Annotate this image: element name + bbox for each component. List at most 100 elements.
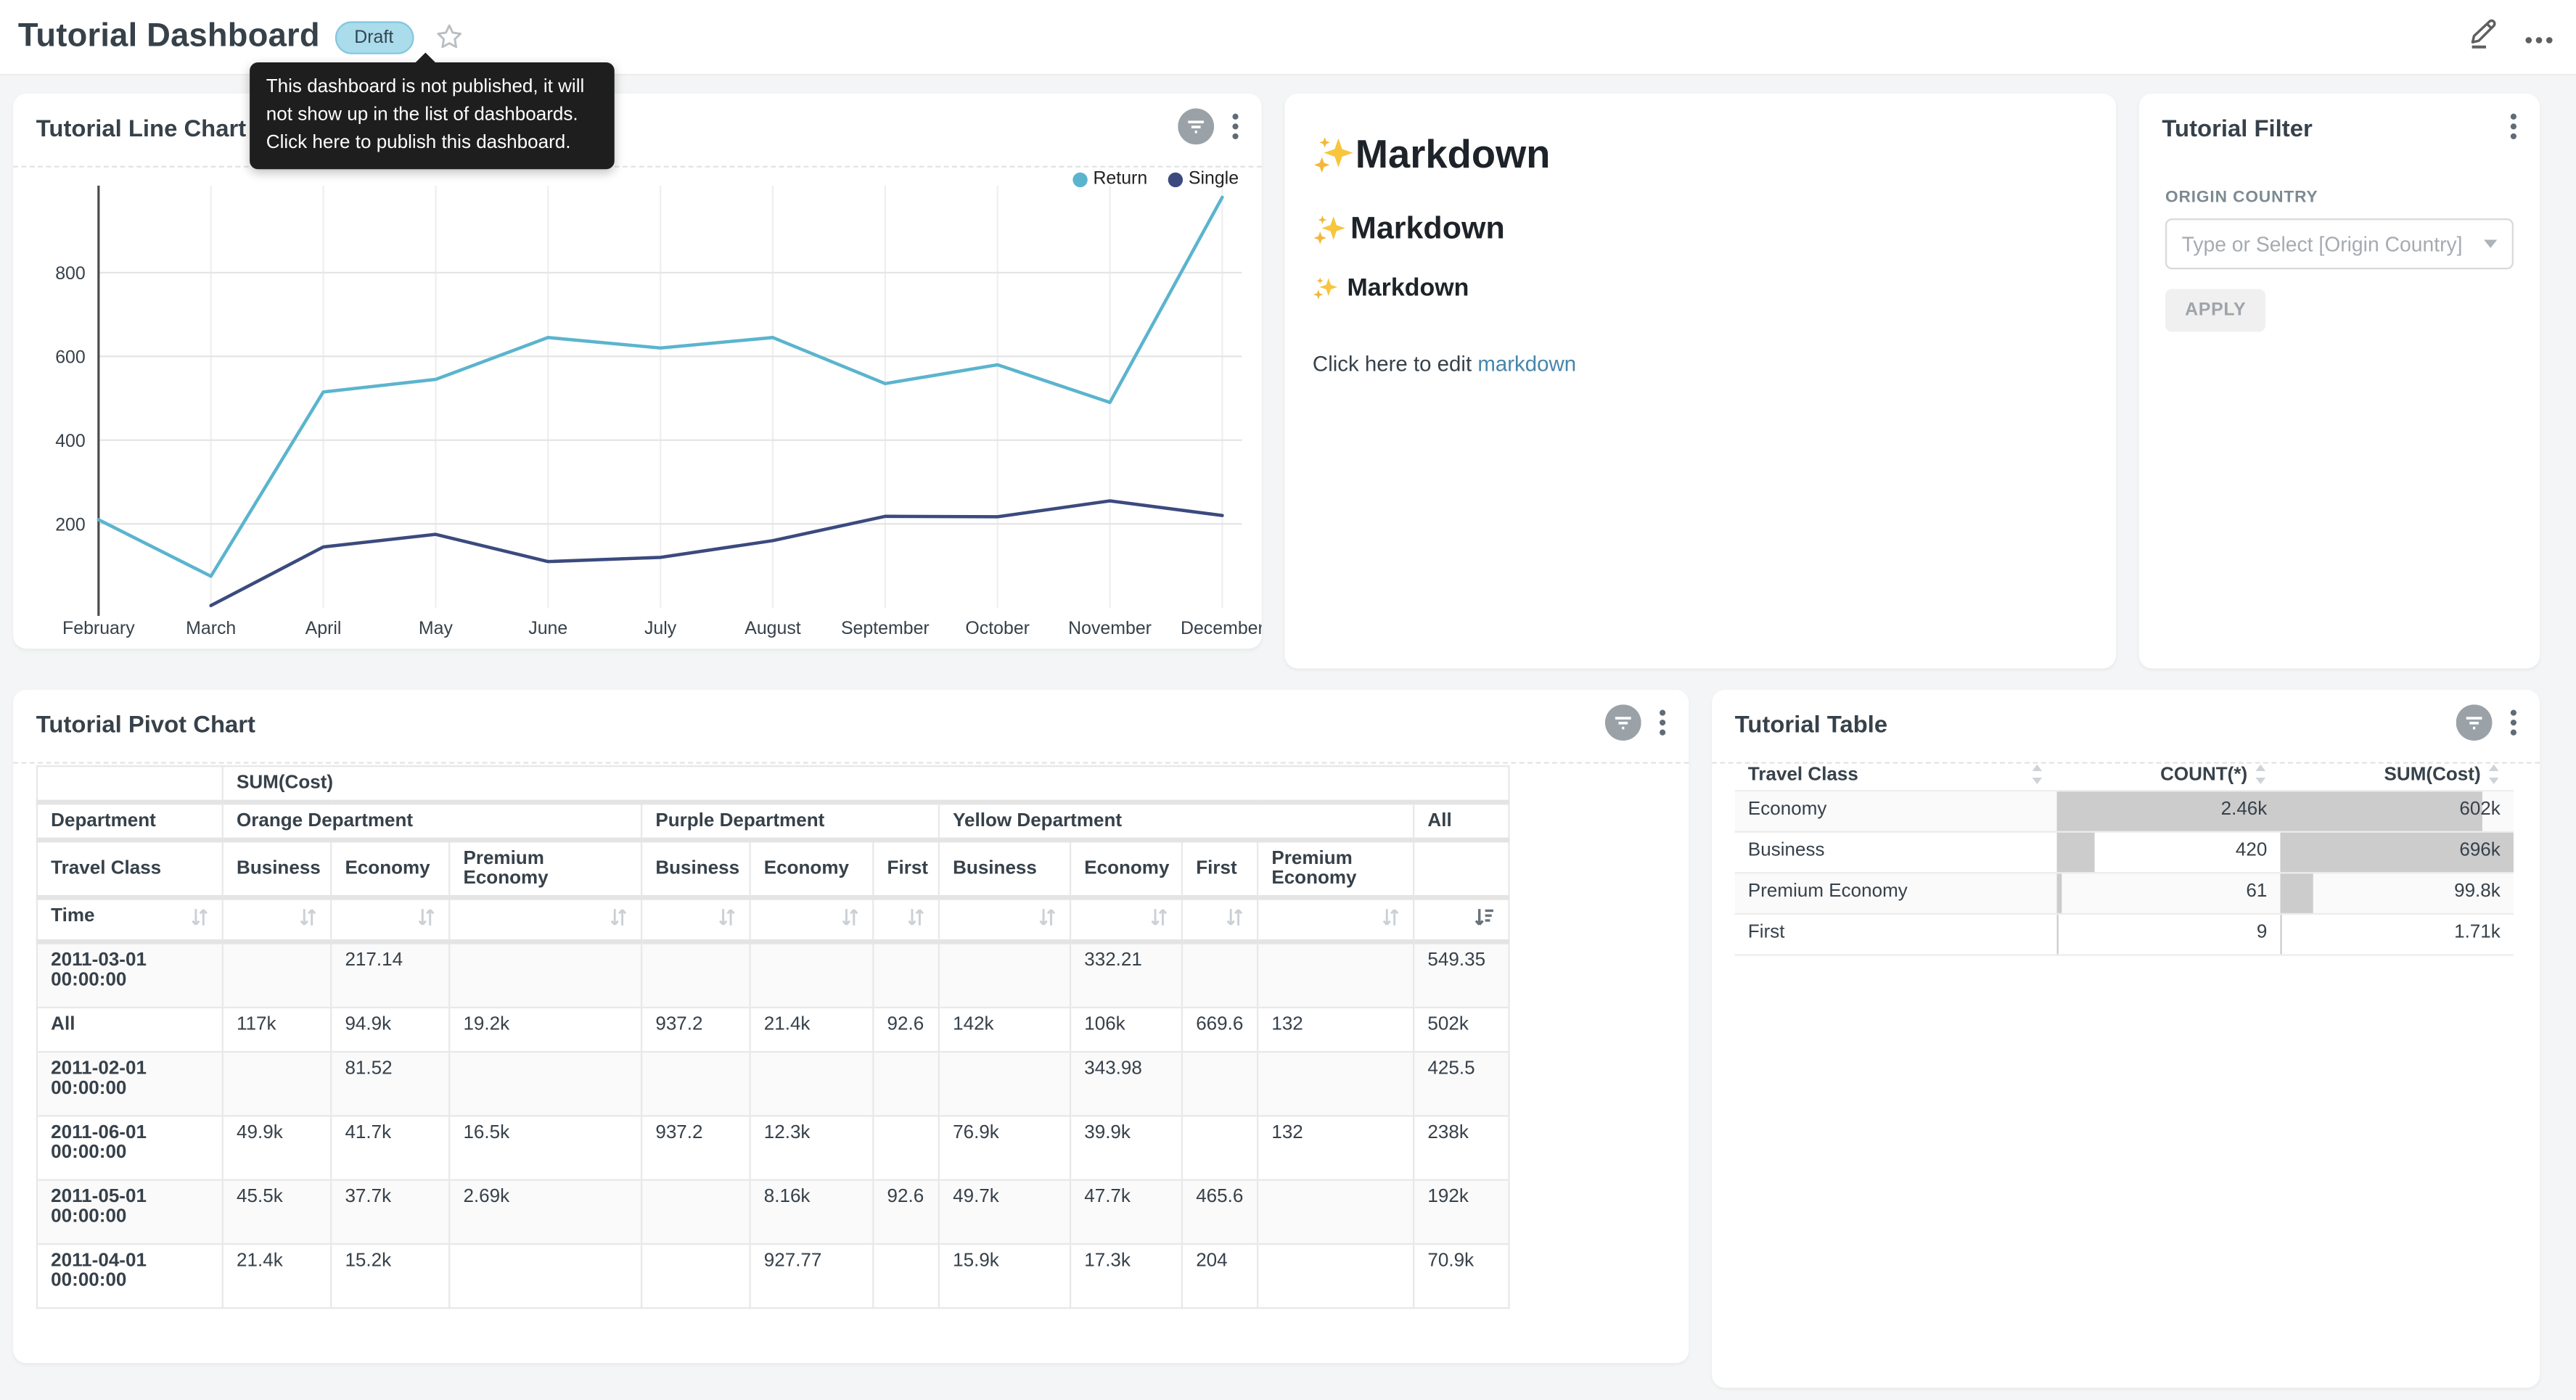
- markdown-link[interactable]: markdown: [1477, 351, 1576, 376]
- pivot-col-header[interactable]: Premium Economy: [1258, 840, 1414, 897]
- kebab-menu-icon[interactable]: [1660, 709, 1666, 744]
- panel-header: Tutorial Pivot Chart: [13, 690, 1689, 764]
- table-col-header[interactable]: COUNT(*): [2057, 759, 2281, 791]
- legend-item-single[interactable]: Single: [1169, 169, 1239, 189]
- pivot-sort-cell[interactable]: [750, 897, 874, 942]
- pivot-value-cell: 70.9k: [1414, 1244, 1509, 1308]
- favorite-star-icon[interactable]: [435, 23, 462, 51]
- kebab-menu-icon[interactable]: [2510, 112, 2516, 147]
- sort-desc-icon[interactable]: [1474, 907, 1495, 928]
- sort-icon[interactable]: [610, 907, 628, 928]
- pivot-sort-cell[interactable]: [1070, 897, 1182, 942]
- pivot-sort-cell[interactable]: [331, 897, 449, 942]
- pivot-value-cell: 45.5k: [223, 1180, 331, 1244]
- tooltip-text: This dashboard is not published, it will…: [266, 77, 585, 152]
- pivot-value-cell: 332.21: [1070, 942, 1182, 1008]
- pivot-row: 2011-02-01 00:00:0081.52343.98425.5: [37, 1052, 1509, 1116]
- panel-markdown: Markdown Markdown Markdown Click here to…: [1284, 94, 2116, 668]
- table-row: Economy2.46k602k: [1735, 791, 2514, 832]
- pivot-col-header[interactable]: Premium Economy: [449, 840, 641, 897]
- apply-button[interactable]: APPLY: [2165, 289, 2265, 332]
- pivot-value-cell: 132: [1258, 1116, 1414, 1179]
- pivot-value-cell: 12.3k: [750, 1116, 874, 1179]
- data-table-container: Travel ClassCOUNT(*)SUM(Cost)Economy2.46…: [1735, 759, 2514, 956]
- pivot-sort-cell[interactable]: [449, 897, 641, 942]
- pivot-value-cell: [750, 1052, 874, 1116]
- pivot-col-header[interactable]: First: [873, 840, 939, 897]
- pivot-row: 2011-03-01 00:00:00217.14332.21549.35: [37, 942, 1509, 1008]
- chart-legend: Return Single: [1073, 169, 1239, 189]
- origin-country-select[interactable]: Type or Select [Origin Country]: [2165, 218, 2514, 269]
- sort-icon[interactable]: [299, 907, 317, 928]
- pivot-col-header[interactable]: Business: [939, 840, 1070, 897]
- data-table: Travel ClassCOUNT(*)SUM(Cost)Economy2.46…: [1735, 759, 2514, 956]
- table-cell-value: 420: [2057, 833, 2281, 869]
- panel-header: Tutorial Table: [1712, 690, 2540, 764]
- pivot-value-cell: [641, 1244, 750, 1308]
- sparkles-icon: [1313, 275, 1339, 301]
- pivot-group-header[interactable]: Orange Department: [223, 802, 641, 840]
- sort-icon[interactable]: [417, 907, 435, 928]
- filter-applied-icon[interactable]: [1605, 704, 1641, 748]
- pivot-value-cell: [873, 1052, 939, 1116]
- table-label-cell: Business: [1735, 832, 2057, 873]
- sort-carets-icon[interactable]: [2030, 764, 2043, 785]
- pivot-value-cell: [449, 1052, 641, 1116]
- sort-icon[interactable]: [1038, 907, 1057, 928]
- pivot-value-cell: [1258, 1244, 1414, 1308]
- markdown-h3-text: Markdown: [1347, 274, 1469, 302]
- pivot-col-header[interactable]: Economy: [1070, 840, 1182, 897]
- legend-dot: [1169, 172, 1184, 186]
- sort-icon[interactable]: [1150, 907, 1168, 928]
- pivot-row-header: 2011-03-01 00:00:00: [37, 942, 223, 1008]
- pivot-sort-cell[interactable]: [1182, 897, 1258, 942]
- pivot-sort-cell[interactable]: [939, 897, 1070, 942]
- x-tick-label: November: [1068, 618, 1152, 638]
- panel-title: Tutorial Pivot Chart: [36, 713, 255, 739]
- page-title: Tutorial Dashboard: [18, 18, 320, 56]
- pivot-group-header[interactable]: Yellow Department: [939, 802, 1414, 840]
- pivot-value-cell: [873, 1244, 939, 1308]
- pivot-group-header[interactable]: All: [1414, 802, 1509, 840]
- pivot-sort-cell[interactable]: [1414, 897, 1509, 942]
- sort-icon[interactable]: [191, 907, 209, 928]
- pivot-col-header[interactable]: Business: [223, 840, 331, 897]
- kebab-menu-icon[interactable]: [2510, 709, 2516, 744]
- sort-icon[interactable]: [907, 907, 925, 928]
- sort-icon[interactable]: [1226, 907, 1244, 928]
- sort-icon[interactable]: [1382, 907, 1400, 928]
- sort-carets-icon[interactable]: [2254, 764, 2267, 785]
- pivot-value-cell: [873, 942, 939, 1008]
- pivot-col-header[interactable]: First: [1182, 840, 1258, 897]
- ellipsis-icon[interactable]: [2525, 22, 2553, 52]
- pivot-group-header[interactable]: Purple Department: [641, 802, 939, 840]
- pivot-sort-cell[interactable]: [641, 897, 750, 942]
- table-value-cell: 420: [2057, 832, 2281, 873]
- legend-item-return[interactable]: Return: [1073, 169, 1147, 189]
- pivot-value-cell: [939, 1052, 1070, 1116]
- panel-pivot-chart: Tutorial Pivot Chart SUM(Cost)Department…: [13, 690, 1689, 1363]
- draft-status-badge[interactable]: Draft: [335, 20, 413, 53]
- pivot-col-header[interactable]: Economy: [750, 840, 874, 897]
- pivot-sort-cell[interactable]: [223, 897, 331, 942]
- table-row-label: First: [1735, 915, 2057, 951]
- edit-pencil-icon[interactable]: [2468, 17, 2498, 57]
- sort-icon[interactable]: [718, 907, 736, 928]
- markdown-h3: Markdown: [1313, 274, 2088, 302]
- pivot-value-cell: 937.2: [641, 1008, 750, 1052]
- pivot-value-cell: 106k: [1070, 1008, 1182, 1052]
- table-col-header[interactable]: SUM(Cost): [2280, 759, 2513, 791]
- table-col-header[interactable]: Travel Class: [1735, 759, 2057, 791]
- sort-carets-icon[interactable]: [2487, 764, 2501, 785]
- pivot-col-header[interactable]: Business: [641, 840, 750, 897]
- filter-applied-icon[interactable]: [2456, 704, 2493, 748]
- pivot-time-sort-cell[interactable]: Time: [37, 897, 223, 942]
- pivot-col-header[interactable]: Economy: [331, 840, 449, 897]
- markdown-h1-text: Markdown: [1355, 133, 1551, 178]
- table-label-cell: Economy: [1735, 791, 2057, 832]
- table-cell-value: 61: [2057, 873, 2281, 910]
- pivot-sort-cell[interactable]: [1258, 897, 1414, 942]
- pivot-sort-cell[interactable]: [873, 897, 939, 942]
- sort-icon[interactable]: [841, 907, 859, 928]
- pivot-value-cell: 16.5k: [449, 1116, 641, 1179]
